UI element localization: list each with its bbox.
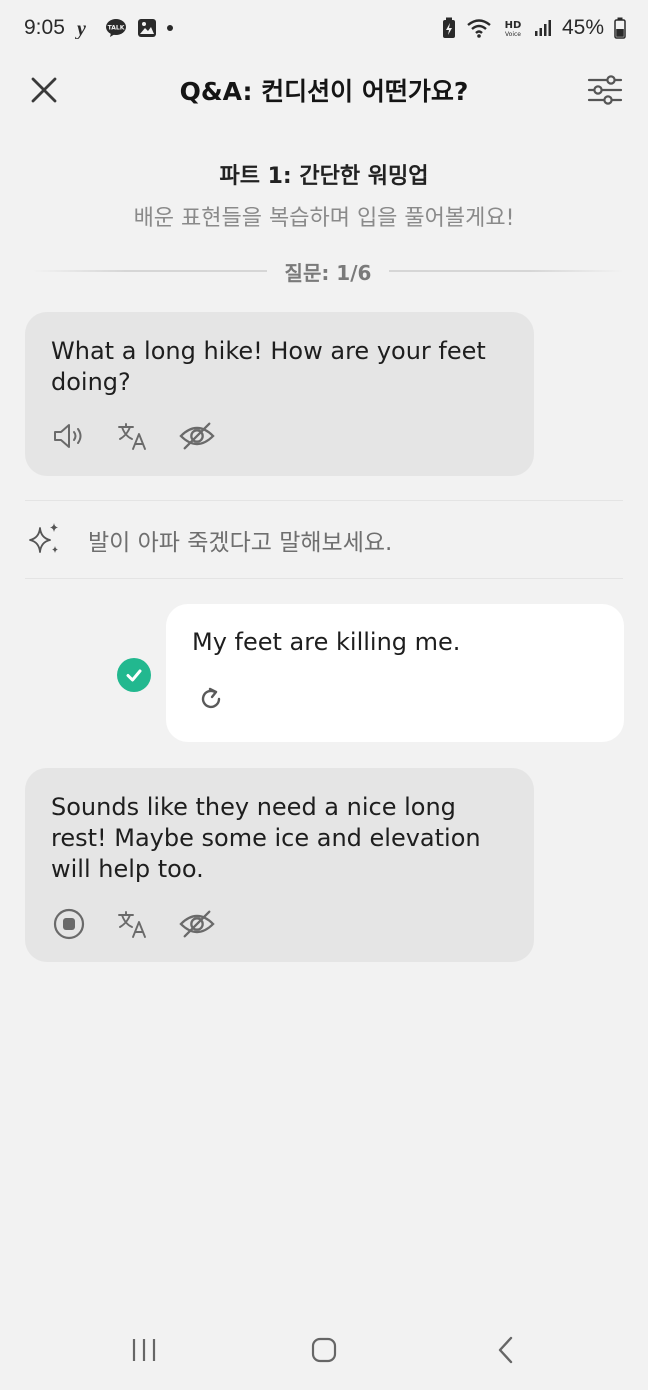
battery-percent: 45%	[561, 16, 604, 39]
wifi-icon	[466, 17, 492, 39]
check-icon	[117, 658, 151, 692]
ai-message-bubble: What a long hike! How are your feet doin…	[25, 312, 534, 476]
ai-message-text: Sounds like they need a nice long rest! …	[51, 793, 481, 883]
speaker-icon[interactable]	[51, 418, 87, 454]
hint-row: 발이 아파 죽겠다고 말해보세요.	[26, 520, 392, 560]
close-icon	[31, 77, 57, 103]
settings-button[interactable]	[586, 72, 624, 108]
yahoo-icon: y	[75, 17, 95, 39]
stop-icon[interactable]	[51, 906, 87, 942]
page-title: Q&A: 컨디션이 어떤가요?	[179, 77, 469, 106]
divider-left	[32, 270, 267, 272]
ai-message-text: What a long hike! How are your feet doin…	[51, 337, 486, 396]
user-message-bubble: My feet are killing me.	[166, 604, 624, 742]
svg-text:y: y	[75, 18, 86, 39]
section-divider	[25, 578, 623, 579]
status-bar: 9:05 y TALK HD Voice 45%	[0, 0, 648, 56]
sparkles-icon	[26, 520, 62, 560]
part-subtitle: 배운 표현들을 복습하며 입을 풀어볼게요!	[133, 206, 515, 231]
svg-text:TALK: TALK	[108, 25, 125, 32]
svg-text:HD: HD	[505, 20, 522, 31]
user-message-text: My feet are killing me.	[192, 628, 461, 656]
translate-icon[interactable]	[115, 418, 151, 454]
part-title: 파트 1: 간단한 워밍업	[219, 164, 429, 189]
recent-apps-icon[interactable]	[124, 1330, 164, 1370]
battery-saver-icon	[442, 17, 456, 39]
gallery-icon	[137, 18, 157, 38]
divider-right	[389, 270, 624, 272]
signal-icon	[534, 18, 552, 38]
hide-icon[interactable]	[179, 418, 215, 454]
svg-text:Voice: Voice	[505, 31, 521, 38]
battery-icon	[614, 17, 626, 39]
header: Q&A: 컨디션이 어떤가요?	[0, 60, 648, 120]
message-actions	[51, 418, 215, 454]
hint-text: 발이 아파 죽겠다고 말해보세요.	[88, 530, 393, 556]
question-progress: 질문: 1/6	[32, 256, 624, 286]
dot-icon	[166, 25, 173, 31]
talk-icon: TALK	[105, 18, 127, 38]
question-counter: 질문: 1/6	[284, 260, 372, 285]
ai-message-bubble: Sounds like they need a nice long rest! …	[25, 768, 534, 962]
status-time: 9:05	[24, 16, 65, 39]
section-divider	[25, 500, 623, 501]
hd-voice-icon: HD Voice	[502, 17, 524, 39]
close-button[interactable]	[26, 72, 62, 108]
hide-icon[interactable]	[179, 906, 215, 942]
translate-icon[interactable]	[115, 906, 151, 942]
retry-icon[interactable]	[196, 684, 226, 714]
sliders-icon	[587, 75, 623, 105]
message-actions	[51, 906, 215, 942]
system-nav-bar	[0, 1310, 648, 1390]
back-icon[interactable]	[486, 1330, 526, 1370]
home-icon[interactable]	[304, 1330, 344, 1370]
